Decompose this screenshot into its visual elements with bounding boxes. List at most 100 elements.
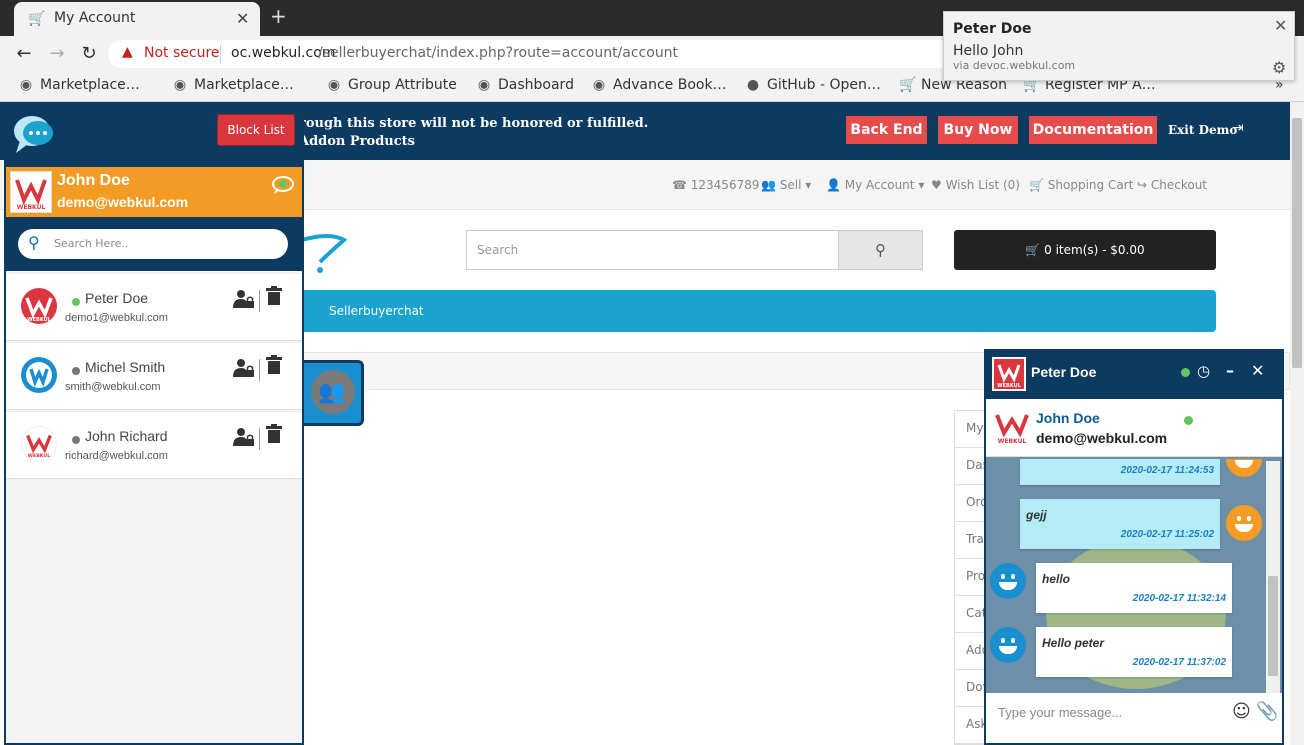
smiley-avatar-icon	[1226, 459, 1262, 477]
search-icon: ⚲	[875, 241, 886, 259]
close-icon[interactable]: ✕	[1274, 16, 1287, 35]
security-label[interactable]: Not secure	[144, 45, 220, 61]
chat-search-input[interactable]: ⚲ Search Here..	[18, 229, 288, 259]
notification-message: Hello John	[953, 43, 1024, 59]
contact-name: Peter Doe	[85, 290, 149, 306]
globe-icon: ◉	[19, 77, 33, 93]
message-bubble-outgoing: gejj 2020-02-17 11:25:02	[1020, 499, 1220, 549]
browser-tab[interactable]: 🛒 My Account ✕	[14, 2, 260, 36]
contact-avatar: WEBKUL	[21, 288, 57, 324]
block-user-icon[interactable]	[232, 288, 254, 314]
globe-icon: ◉	[173, 77, 187, 93]
exit-demo-link[interactable]: Exit Demo	[1168, 123, 1237, 137]
attachment-icon[interactable]: 📎	[1256, 701, 1278, 722]
history-clock-icon[interactable]: ◷	[1197, 362, 1210, 380]
phone-link[interactable]: ☎ 123456789	[672, 178, 759, 192]
chat-bubbles-logo-icon	[14, 116, 53, 153]
sell-dropdown[interactable]: 👥 Sell ▾	[761, 178, 811, 192]
bookmark-item[interactable]: ● GitHub - Open…	[745, 77, 881, 93]
chat-sidebar-header: Block List	[6, 105, 302, 167]
smiley-avatar-icon	[990, 563, 1026, 599]
contact-item[interactable]: WEBKUL John Richard richard@webkul.com	[6, 411, 302, 479]
cart-button[interactable]: 🛒 0 item(s) - $0.00	[954, 230, 1216, 270]
chat-window-user: WEBKUL John Doe demo@webkul.com	[986, 399, 1282, 457]
delete-contact-icon[interactable]	[265, 286, 283, 310]
message-bubble-incoming: hello 2020-02-17 11:32:14	[1036, 563, 1232, 613]
github-icon: ●	[746, 77, 760, 93]
desktop-notification[interactable]: Peter Doe Hello John via devoc.webkul.co…	[943, 11, 1295, 81]
search-icon: ⚲	[28, 233, 40, 252]
bookmark-item[interactable]: ◉ Marketplace…	[172, 77, 294, 93]
contact-avatar	[21, 357, 57, 393]
forward-arrow-icon[interactable]: →	[46, 43, 68, 64]
page-scrollbar[interactable]	[1290, 102, 1304, 745]
search-input[interactable]: Search	[466, 230, 839, 270]
current-user-avatar: WEBKUL	[10, 171, 52, 213]
new-tab-button[interactable]: +	[270, 4, 287, 28]
checkout-link[interactable]: ↪ Checkout	[1137, 178, 1207, 192]
reload-icon[interactable]: ↻	[78, 43, 100, 64]
delete-contact-icon[interactable]	[265, 355, 283, 379]
bookmark-item[interactable]: ◉ Marketplace…	[18, 77, 140, 93]
contact-name: Michel Smith	[85, 359, 166, 375]
group-chat-button[interactable]: 👥	[300, 360, 364, 426]
bookmark-item[interactable]: ◉ Advance Book…	[591, 77, 727, 93]
current-user-name: John Doe	[57, 172, 130, 189]
contact-avatar: WEBKUL	[21, 426, 57, 462]
block-user-icon[interactable]	[232, 426, 254, 452]
chat-partner-avatar: WEBKUL	[992, 357, 1026, 391]
offline-status-dot	[72, 436, 80, 444]
address-divider	[220, 45, 221, 63]
url-path: /sellerbuyerchat/index.php?route=account…	[318, 45, 679, 61]
cart-favicon-icon: 🛒	[28, 11, 46, 27]
online-status-dot	[1184, 416, 1193, 425]
online-status-dot	[1181, 368, 1190, 377]
globe-icon: ◉	[477, 77, 491, 93]
back-end-button[interactable]: Back End	[846, 116, 927, 144]
gear-icon[interactable]: ⚙	[1272, 58, 1286, 77]
chat-messages[interactable]: 2020-02-17 11:24:53 gejj 2020-02-17 11:2…	[986, 459, 1282, 693]
user-avatar: WEBKUL	[992, 407, 1032, 447]
chat-window: WEBKUL Peter Doe ◷ – ✕ WEBKUL John Doe d…	[984, 349, 1284, 745]
contact-item[interactable]: WEBKUL Peter Doe demo1@webkul.com	[6, 273, 302, 341]
emoji-icon[interactable]: ☺	[1232, 701, 1251, 722]
globe-icon: ◉	[592, 77, 606, 93]
current-user-email: demo@webkul.com	[57, 194, 189, 210]
back-arrow-icon[interactable]: ←	[13, 43, 35, 64]
buy-now-button[interactable]: Buy Now	[938, 116, 1018, 144]
chat-window-header[interactable]: WEBKUL Peter Doe ◷ – ✕	[986, 351, 1282, 399]
smiley-avatar-icon	[1226, 505, 1262, 541]
svg-text:WEBKUL: WEBKUL	[997, 383, 1022, 389]
close-icon[interactable]: ✕	[1251, 361, 1264, 380]
message-bubble-outgoing: 2020-02-17 11:24:53	[1020, 459, 1220, 485]
svg-text:WEBKUL: WEBKUL	[17, 204, 46, 211]
close-tab-icon[interactable]: ✕	[236, 9, 249, 28]
contact-email: smith@webkul.com	[65, 381, 161, 393]
chat-window-title: Peter Doe	[1031, 364, 1097, 380]
block-user-icon[interactable]	[232, 357, 254, 383]
block-list-button[interactable]: Block List	[217, 114, 295, 146]
user-name: John Doe	[1036, 410, 1100, 426]
chat-scrollbar[interactable]	[1266, 461, 1280, 693]
search-button[interactable]: ⚲	[838, 230, 923, 270]
sign-out-icon[interactable]: ⇥	[1232, 120, 1244, 136]
svg-text:WEBKUL: WEBKUL	[27, 317, 52, 323]
bookmark-item[interactable]: ◉ Group Attribute	[326, 77, 457, 93]
svg-text:WEBKUL: WEBKUL	[28, 453, 50, 459]
contact-item[interactable]: Michel Smith smith@webkul.com	[6, 342, 302, 410]
menu-item-sellerbuyerchat[interactable]: Sellerbuyerchat	[329, 304, 424, 318]
status-chat-icon[interactable]	[271, 175, 295, 200]
wish-list-link[interactable]: ♥ Wish List (0)	[931, 178, 1020, 192]
my-account-dropdown[interactable]: 👤 My Account ▾	[826, 178, 924, 192]
documentation-button[interactable]: Documentation	[1029, 116, 1157, 144]
store-logo-fragment	[301, 234, 348, 273]
online-status-dot	[72, 298, 80, 306]
minimize-icon[interactable]: –	[1226, 361, 1234, 380]
group-icon: 👥	[311, 370, 355, 414]
tab-title: My Account	[54, 10, 136, 26]
bookmark-item[interactable]: ◉ Dashboard	[476, 77, 574, 93]
chat-message-input[interactable]: Type your message... ☺ 📎	[986, 693, 1282, 743]
shopping-cart-link[interactable]: 🛒 Shopping Cart	[1029, 178, 1133, 192]
delete-contact-icon[interactable]	[265, 424, 283, 448]
notification-title: Peter Doe	[953, 21, 1032, 37]
